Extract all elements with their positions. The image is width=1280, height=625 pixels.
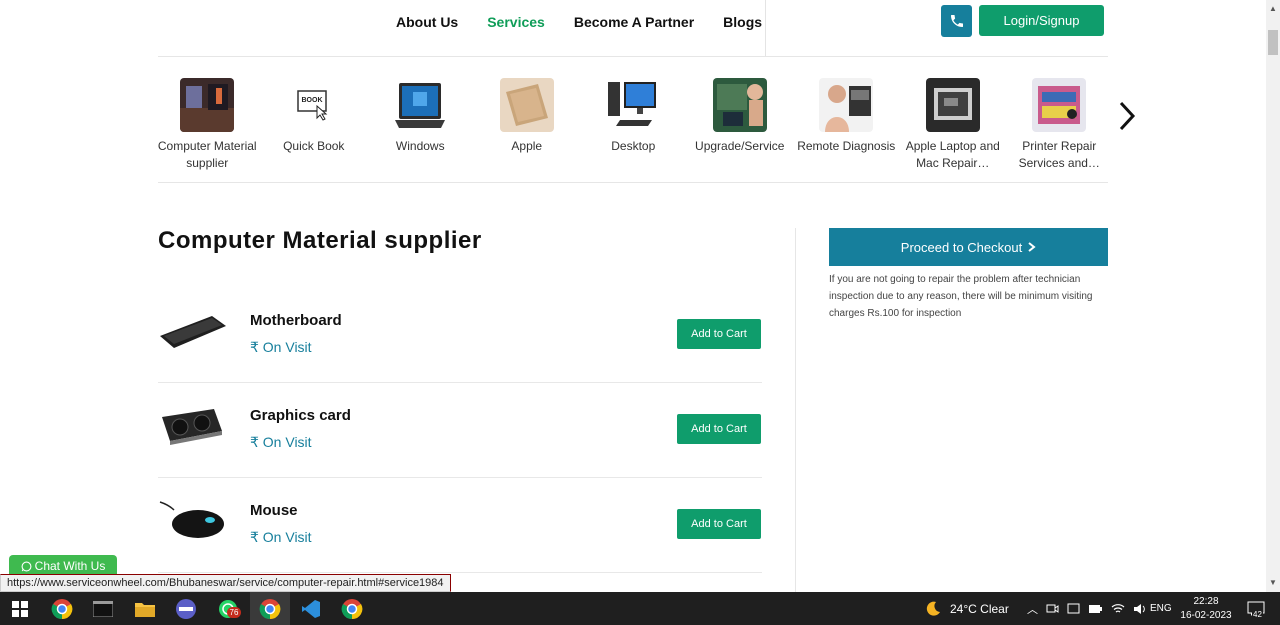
product-price: ₹ On Visit <box>250 339 312 355</box>
category-apple-laptop-mac-repair[interactable]: Apple Laptop and Mac Repair… <box>900 78 1007 171</box>
vpn-app-icon[interactable] <box>174 597 198 621</box>
category-label: Apple Laptop and Mac Repair… <box>905 139 1000 170</box>
macbook-repair-photo <box>925 78 980 132</box>
category-label: Quick Book <box>283 139 345 153</box>
login-signup-button[interactable]: Login/Signup <box>979 5 1104 36</box>
security-icon[interactable] <box>1067 602 1080 615</box>
main-nav: About Us Services Become A Partner Blogs <box>396 14 762 30</box>
inspection-note: If you are not going to repair the probl… <box>829 274 1093 319</box>
category-printer-repair[interactable]: Printer Repair Services and… <box>1006 78 1113 171</box>
page-title: Computer Material supplier <box>158 227 482 254</box>
header-divider <box>765 0 766 56</box>
desktop-computer-photo <box>606 78 661 132</box>
category-upgrade-service[interactable]: Upgrade/Service <box>687 78 794 171</box>
clock-date: 16-02-2023 <box>1180 610 1232 621</box>
status-bar-url: https://www.serviceonwheel.com/Bhubanesw… <box>0 574 451 592</box>
printer-repair-photo <box>1032 78 1087 132</box>
category-label: Upgrade/Service <box>695 139 785 153</box>
whatsapp-badge: 76 <box>227 607 241 618</box>
header-separator <box>158 56 1108 57</box>
notification-count: 42 <box>1252 610 1263 619</box>
product-price: ₹ On Visit <box>250 434 312 450</box>
volume-icon[interactable] <box>1133 603 1147 615</box>
chrome-profile-icon[interactable] <box>340 597 364 621</box>
computer-room-photo <box>180 78 235 132</box>
graphics-card-photo <box>158 401 228 449</box>
web-page: About Us Services Become A Partner Blogs… <box>0 0 1266 592</box>
add-to-cart-button[interactable]: Add to Cart <box>677 414 761 444</box>
checkout-label: Proceed to Checkout <box>900 239 1023 255</box>
nav-services[interactable]: Services <box>487 14 545 30</box>
motherboard-repair-photo <box>712 78 767 132</box>
next-arrow-icon[interactable] <box>1116 100 1138 132</box>
category-windows[interactable]: Windows <box>367 78 474 171</box>
apple-laptop-photo <box>499 78 554 132</box>
category-label: Apple <box>511 139 543 153</box>
nav-about-us[interactable]: About Us <box>396 14 458 30</box>
category-apple[interactable]: Apple <box>474 78 581 171</box>
vscode-icon[interactable] <box>299 597 323 621</box>
category-label: Desktop <box>611 139 656 153</box>
category-strip: Computer Material supplier BOOK Quick Bo… <box>154 78 1113 171</box>
category-computer-material[interactable]: Computer Material supplier <box>154 78 261 171</box>
tray-overflow-icon[interactable]: ︿ <box>1027 601 1038 617</box>
category-label: Computer Material supplier <box>157 139 257 170</box>
nav-blogs[interactable]: Blogs <box>723 14 762 30</box>
category-label: Remote Diagnosis <box>797 139 896 153</box>
column-divider <box>795 228 796 592</box>
product-name: Graphics card <box>250 407 351 424</box>
product-row: Mouse ₹ On Visit Add to Cart <box>158 478 762 573</box>
scroll-down-icon[interactable]: ▼ <box>1269 578 1277 587</box>
keyboard-photo <box>158 306 228 354</box>
whatsapp-icon <box>21 561 32 571</box>
camera-icon[interactable] <box>1046 602 1059 615</box>
product-name: Motherboard <box>250 312 342 329</box>
category-remote-diagnosis[interactable]: Remote Diagnosis <box>793 78 900 171</box>
proceed-to-checkout-button[interactable]: Proceed to Checkout <box>829 228 1108 266</box>
phone-icon <box>950 15 963 27</box>
product-price: ₹ On Visit <box>250 529 312 545</box>
category-quick-book[interactable]: BOOK Quick Book <box>261 78 368 171</box>
file-explorer-icon[interactable] <box>133 597 157 621</box>
scrollbar-thumb[interactable] <box>1268 30 1278 55</box>
technician-photo <box>819 78 874 132</box>
category-separator <box>158 182 1108 183</box>
add-to-cart-button[interactable]: Add to Cart <box>677 509 761 539</box>
system-clock[interactable]: 22:28 16-02-2023 <box>1176 595 1236 623</box>
language-indicator[interactable]: ENG <box>1150 592 1172 625</box>
category-desktop[interactable]: Desktop <box>580 78 687 171</box>
product-row: Graphics card ₹ On Visit Add to Cart <box>158 383 762 478</box>
mouse-photo <box>158 496 228 544</box>
product-row: Motherboard ₹ On Visit Add to Cart <box>158 288 762 383</box>
weather-text: 24°C Clear <box>950 601 1009 616</box>
chrome-active-icon[interactable] <box>258 597 282 621</box>
weather-widget[interactable]: 24°C Clear <box>924 592 1009 625</box>
taskbar: 76 24°C Clear ︿ ENG 22:28 16-02-2023 42 <box>0 592 1280 625</box>
clock-time: 22:28 <box>1193 596 1219 607</box>
category-label: Printer Repair Services and… <box>1018 139 1100 170</box>
terminal-icon[interactable] <box>91 597 115 621</box>
system-tray-icons: ︿ <box>1027 592 1147 625</box>
product-name: Mouse <box>250 502 298 519</box>
wifi-icon[interactable] <box>1111 603 1125 615</box>
add-to-cart-button[interactable]: Add to Cart <box>677 319 761 349</box>
chrome-icon[interactable] <box>50 597 74 621</box>
book-click-icon: BOOK <box>286 78 341 132</box>
chevron-right-icon <box>1028 242 1036 252</box>
moon-icon <box>926 601 940 616</box>
phone-button[interactable] <box>941 5 972 37</box>
page-scrollbar[interactable]: ▲ ▼ <box>1266 0 1280 592</box>
category-label: Windows <box>395 139 445 153</box>
chat-label: Chat With Us <box>34 559 106 573</box>
nav-become-partner[interactable]: Become A Partner <box>574 14 694 30</box>
scroll-up-icon[interactable]: ▲ <box>1269 4 1277 13</box>
windows-start-icon[interactable] <box>8 597 32 621</box>
battery-icon[interactable] <box>1088 604 1103 614</box>
laptop-windows-photo <box>393 78 448 132</box>
svg-text:BOOK: BOOK <box>301 97 322 104</box>
